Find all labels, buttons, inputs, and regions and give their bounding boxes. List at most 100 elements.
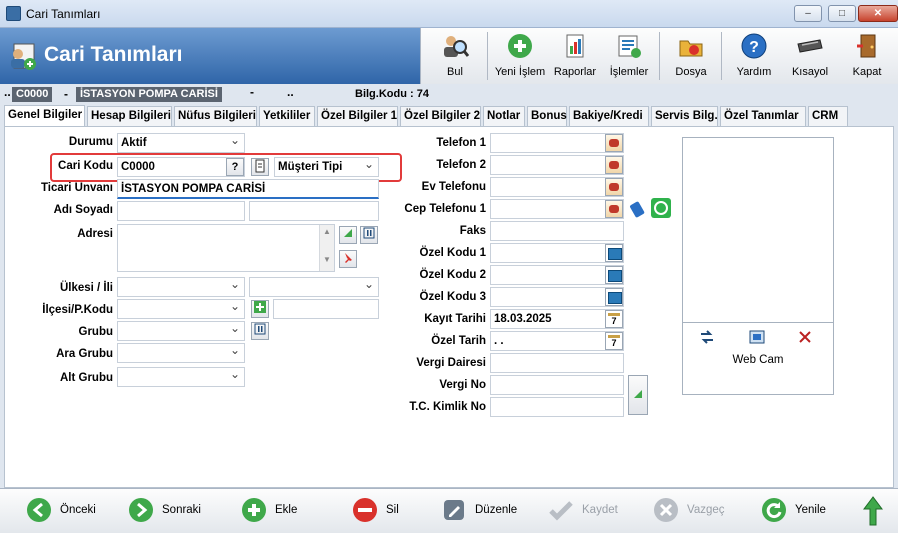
- pushpin-icon: [345, 253, 352, 263]
- cancel-icon: [654, 498, 678, 522]
- add-ilce-button[interactable]: [251, 300, 269, 318]
- vazgec-button[interactable]: Vazgeç: [653, 497, 733, 525]
- tab-bakiye-kredi[interactable]: Bakiye/Kredi: [569, 106, 649, 126]
- telefon2-input[interactable]: [490, 155, 624, 175]
- tab-servis-bilg[interactable]: Servis Bilg.: [651, 106, 718, 126]
- alt-grubu-select[interactable]: [117, 367, 245, 387]
- arrow-up-icon[interactable]: [862, 495, 884, 527]
- vergi-dairesi-input[interactable]: [490, 353, 624, 373]
- vergi-dairesi-label: Vergi Dairesi: [416, 357, 486, 369]
- toolbar-raporlar-button[interactable]: Raporlar: [551, 28, 599, 84]
- ozel-kodu1-input[interactable]: [490, 243, 624, 263]
- ilce-select[interactable]: [117, 299, 245, 319]
- vergi-expand-button[interactable]: [628, 375, 648, 415]
- toolbar-yardim-button[interactable]: ? Yardım: [733, 28, 775, 84]
- toolbar-dosya-button[interactable]: Dosya: [671, 28, 711, 84]
- duzenle-button[interactable]: Düzenle: [441, 497, 531, 525]
- kaydet-button[interactable]: Kaydet: [548, 497, 628, 525]
- phone-icon[interactable]: [605, 156, 623, 174]
- tab-nufus-bilgileri[interactable]: Nüfus Bilgileri: [174, 106, 257, 126]
- toolbar-kisayol-button[interactable]: Kısayol: [785, 28, 835, 84]
- calendar-icon[interactable]: 7: [605, 332, 623, 350]
- tab-yetkililer[interactable]: Yetkililer: [259, 106, 315, 126]
- ev-telefonu-input[interactable]: [490, 177, 624, 197]
- adresi-label: Adresi: [77, 228, 113, 240]
- tab-notlar[interactable]: Notlar: [483, 106, 525, 126]
- adi-soyadi-label: Adı Soyadı: [53, 204, 113, 216]
- whatsapp-icon[interactable]: [651, 198, 671, 218]
- map-pin-button[interactable]: [339, 250, 357, 268]
- close-window-button[interactable]: ✕: [858, 5, 898, 22]
- app-icon: [6, 6, 21, 21]
- swap-icon[interactable]: [698, 328, 716, 346]
- toolbar-islemler-button[interactable]: İşlemler: [607, 28, 651, 84]
- transactions-icon: [618, 35, 641, 58]
- ilcesi-label: İlçesi/P.Kodu: [42, 304, 113, 316]
- adres-pause-button[interactable]: [360, 226, 378, 244]
- yenile-button[interactable]: Yenile: [761, 497, 841, 525]
- plus-circle-icon: [508, 34, 532, 58]
- checkmark-icon: [549, 501, 573, 521]
- faks-input[interactable]: [490, 221, 624, 241]
- ozel-tarih-input[interactable]: . .: [490, 331, 624, 351]
- report-icon: [566, 34, 584, 58]
- toolbar-kapat-button[interactable]: Kapat: [845, 28, 889, 84]
- vergi-no-input[interactable]: [490, 375, 624, 395]
- maximize-button[interactable]: □: [828, 5, 856, 22]
- soyadi-input[interactable]: [249, 201, 379, 221]
- tab-ozel-bilgiler-1[interactable]: Özel Bilgiler 1: [317, 106, 398, 126]
- sil-button[interactable]: Sil: [352, 497, 412, 525]
- phone-icon[interactable]: [605, 178, 623, 196]
- toolbar-yeni-islem-button[interactable]: Yeni İşlem: [493, 28, 547, 84]
- tab-ozel-bilgiler-2[interactable]: Özel Bilgiler 2: [400, 106, 481, 126]
- adresi-textarea[interactable]: [117, 224, 335, 272]
- tab-ozel-tanimlar[interactable]: Özel Tanımlar: [720, 106, 806, 126]
- phone-icon[interactable]: [605, 134, 623, 152]
- ekle-button[interactable]: Ekle: [241, 497, 311, 525]
- toolbar-bul-button[interactable]: Bul: [435, 28, 475, 84]
- telefon1-input[interactable]: [490, 133, 624, 153]
- ulke-select[interactable]: [117, 277, 245, 297]
- plus-circle-icon: [242, 498, 266, 522]
- search-person-icon: [444, 36, 469, 57]
- lookup-icon[interactable]: [605, 244, 623, 262]
- photo-area[interactable]: [683, 138, 833, 323]
- onceki-button[interactable]: Önceki: [26, 497, 106, 525]
- grubu-select[interactable]: [117, 321, 245, 341]
- ozel-kodu3-input[interactable]: [490, 287, 624, 307]
- tc-kimlik-input[interactable]: [490, 397, 624, 417]
- calendar-icon[interactable]: 7: [605, 310, 623, 328]
- cep-telefonu-input[interactable]: [490, 199, 624, 219]
- ara-grubu-select[interactable]: [117, 343, 245, 363]
- phone-icon[interactable]: [605, 200, 623, 218]
- window-titlebar: Cari Tanımları – □ ✕: [0, 0, 898, 28]
- tab-bonus[interactable]: Bonus: [527, 106, 567, 126]
- adresi-scrollbar[interactable]: ▲ ▼: [319, 225, 334, 271]
- ozel-kodu2-input[interactable]: [490, 265, 624, 285]
- tab-crm[interactable]: CRM: [808, 106, 848, 126]
- sms-icon[interactable]: [628, 199, 648, 219]
- pause-icon: [254, 323, 266, 335]
- kayit-tarihi-input[interactable]: 18.03.2025: [490, 309, 624, 329]
- bottom-action-bar: Önceki Sonraki Ekle Sil Düzenle Kaydet V…: [0, 488, 898, 533]
- adi-input[interactable]: [117, 201, 245, 221]
- ozel-kodu1-label: Özel Kodu 1: [419, 247, 486, 259]
- lookup-icon[interactable]: [605, 288, 623, 306]
- ticari-unvani-input[interactable]: İSTASYON POMPA CARİSİ: [117, 179, 379, 199]
- sonraki-button[interactable]: Sonraki: [128, 497, 208, 525]
- posta-kodu-input[interactable]: [273, 299, 379, 319]
- grubu-pause-button[interactable]: [251, 322, 269, 340]
- minus-circle-icon: [353, 498, 377, 522]
- tab-hesap-bilgileri[interactable]: Hesap Bilgileri: [87, 106, 172, 126]
- durumu-select[interactable]: Aktif: [117, 133, 245, 153]
- tab-genel-bilgiler[interactable]: Genel Bilgiler: [4, 105, 85, 127]
- lookup-icon[interactable]: [605, 266, 623, 284]
- delete-icon[interactable]: [796, 328, 814, 346]
- main-toolbar: Bul Yeni İşlem Raporlar İşlemler Dosya ?…: [420, 28, 898, 84]
- il-select[interactable]: [249, 277, 379, 297]
- keyboard-icon: [797, 39, 823, 53]
- adres-expand-button[interactable]: [339, 226, 357, 244]
- minimize-button[interactable]: –: [794, 5, 822, 22]
- window-title: Cari Tanımları: [26, 7, 101, 21]
- camera-icon[interactable]: [748, 328, 766, 346]
